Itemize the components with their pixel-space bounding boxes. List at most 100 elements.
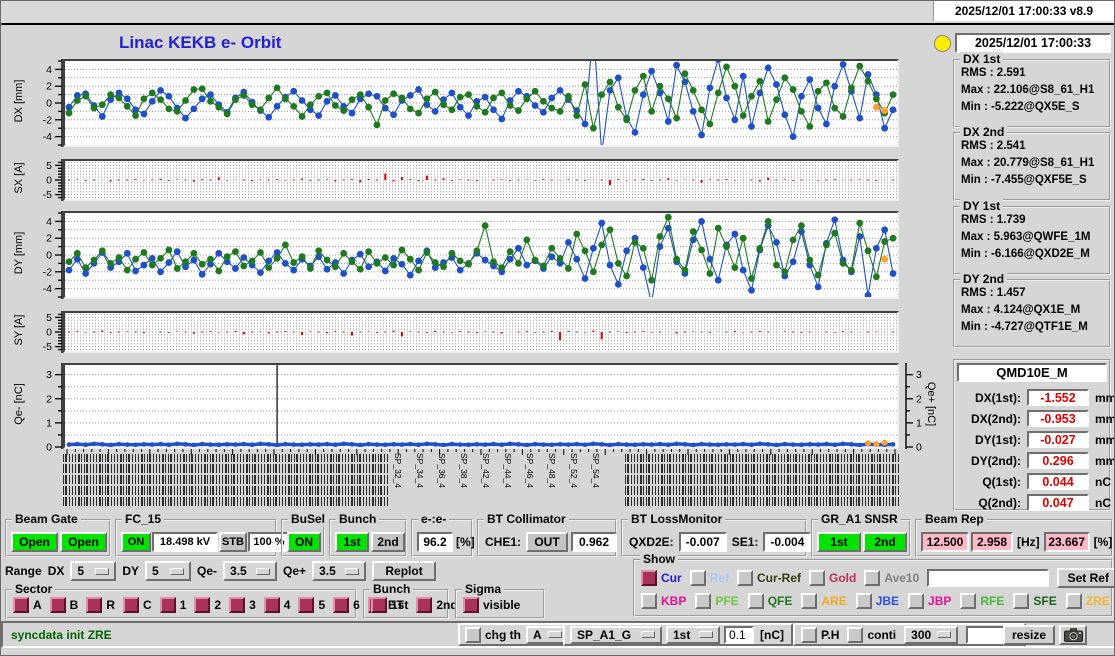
bt-coll-state-button[interactable]: OUT [526,532,568,552]
beam-gate-open-button-1[interactable]: Open [11,532,58,552]
show-are-checkbox[interactable]: ARE [801,593,846,609]
checkbox-icon[interactable] [737,570,753,586]
sector-checkbox-2[interactable]: 2 [194,597,221,613]
range-dy-label: DY [122,564,139,578]
checkbox-icon[interactable] [194,597,210,613]
range-dx-dropdown[interactable]: 5 [70,561,116,581]
beam-gate-open-button-2[interactable]: Open [60,532,107,552]
sector-checkbox-5[interactable]: 5 [298,597,325,613]
show-zre-checkbox[interactable]: ZRE [1066,593,1110,609]
chg-th-checkbox[interactable]: chg th [465,627,521,643]
chg-th-dropdown[interactable]: A [526,626,566,644]
checkbox-icon[interactable] [908,593,924,609]
sector-checkbox-6[interactable]: 6 [333,597,360,613]
show-ave10-checkbox[interactable]: Ave10 [864,570,919,586]
busel-on-button[interactable]: ON [287,532,321,552]
sector-checkbox-a[interactable]: A [13,597,42,613]
sp-select-dropdown[interactable]: SP_A1_G [570,626,662,644]
checkbox-icon[interactable] [416,597,432,613]
range-qep-dropdown[interactable]: 3.5 [312,561,366,581]
range-qem-dropdown[interactable]: 3.5 [223,561,277,581]
checkbox-icon[interactable] [809,570,825,586]
checkbox-icon[interactable] [50,597,66,613]
checkbox-icon[interactable] [748,593,764,609]
svg-text:1: 1 [916,417,922,429]
group-title: Bunch [370,582,413,596]
checkbox-icon[interactable] [463,597,479,613]
sector-checkbox-b[interactable]: B [50,597,79,613]
fc15-on-button[interactable]: ON [121,532,151,552]
svg-text:-2: -2 [43,266,52,278]
show-jbp-checkbox[interactable]: JBP [908,593,951,609]
checkbox-icon[interactable] [298,597,314,613]
show-gold-checkbox[interactable]: Gold [809,570,856,586]
checkbox-icon[interactable] [86,597,102,613]
ph-checkbox[interactable]: P.H [801,627,839,643]
show-cur-ref-checkbox[interactable]: Cur-Ref [737,570,801,586]
bunch-2nd-button[interactable]: 2nd [371,532,405,552]
checkbox-icon[interactable] [13,597,29,613]
range-dy-dropdown[interactable]: 5 [145,561,191,581]
checkbox-icon[interactable] [801,593,817,609]
checkbox-icon[interactable] [641,570,657,586]
threshold-input[interactable] [724,626,754,644]
bunch-select-dropdown[interactable]: 1st [666,626,720,644]
checkbox-icon[interactable] [371,597,387,613]
sector-checkbox-r[interactable]: R [86,597,115,613]
show-rfe-checkbox[interactable]: RFE [960,593,1004,609]
checkbox-icon[interactable] [1013,593,1029,609]
svg-text:-5: -5 [43,341,52,353]
qe-plus-axis-label: Qe+ [nC] [925,361,937,447]
checkbox-icon[interactable] [690,570,706,586]
gr-snsr-2nd-button[interactable]: 2nd [863,532,907,552]
checkbox-icon[interactable] [695,593,711,609]
range-label: Range [5,564,42,578]
sp-select-group: SP_A1_G 1st [nC] [563,623,793,646]
replot-button[interactable]: Replot [372,561,436,581]
show-pfe-checkbox[interactable]: PFE [695,593,738,609]
dropdown-dash-icon [170,568,184,575]
show-sfe-checkbox[interactable]: SFE [1013,593,1056,609]
show-qfe-checkbox[interactable]: QFE [748,593,793,609]
checkbox-icon[interactable] [960,593,976,609]
show-cur-checkbox[interactable]: Cur [641,570,682,586]
set-ref-input[interactable] [927,569,1049,587]
svg-text:3: 3 [46,369,52,381]
show-kbp-checkbox[interactable]: KBP [641,593,686,609]
bunch-1st-button[interactable]: 1st [335,532,369,552]
checkbox-icon[interactable] [333,597,349,613]
show-ref-checkbox[interactable]: Ref [690,570,729,586]
bunch-1st-checkbox[interactable]: 1st [371,597,408,613]
gr-snsr-1st-button[interactable]: 1st [817,532,861,552]
checkbox-icon[interactable] [229,597,245,613]
set-ref-button[interactable]: Set Ref [1057,568,1115,588]
navg-dropdown[interactable]: 300 [904,626,958,644]
sector-checkbox-3[interactable]: 3 [229,597,256,613]
left-axis-dy: 420-2-4 [31,205,65,305]
checkbox-icon[interactable] [801,627,817,643]
checkbox-icon[interactable] [160,597,176,613]
checkbox-icon[interactable] [856,593,872,609]
sector-checkbox-1[interactable]: 1 [160,597,187,613]
bunch-2nd-checkbox[interactable]: 2nd [416,597,457,613]
resize-button[interactable]: resize [1003,625,1055,645]
checkbox-icon[interactable] [641,593,657,609]
svg-text:3: 3 [916,369,922,381]
checkbox-icon[interactable] [123,597,139,613]
conti-checkbox[interactable]: conti [847,627,896,643]
dropdown-dash-icon [641,631,655,638]
checkbox-icon[interactable] [465,627,481,643]
sector-checkbox-c[interactable]: C [123,597,152,613]
sector-checkbox-4[interactable]: 4 [264,597,291,613]
gr-snsr-group: GR_A1 SNSR 1st 2nd [811,519,911,557]
monitor-panel: QMD10E_M DX(1st):-1.552mm DX(2nd):-0.953… [953,359,1111,511]
sigma-visible-checkbox[interactable]: visible [463,597,520,613]
checkbox-icon[interactable] [264,597,280,613]
checkbox-icon[interactable] [1066,593,1082,609]
show-jbe-checkbox[interactable]: JBE [856,593,899,609]
x-axis-label: SP_36_4 [437,453,447,488]
checkbox-icon[interactable] [864,570,880,586]
fc15-stb-button[interactable]: STB [219,532,247,552]
checkbox-icon[interactable] [847,627,863,643]
screenshot-button[interactable] [1059,625,1087,645]
